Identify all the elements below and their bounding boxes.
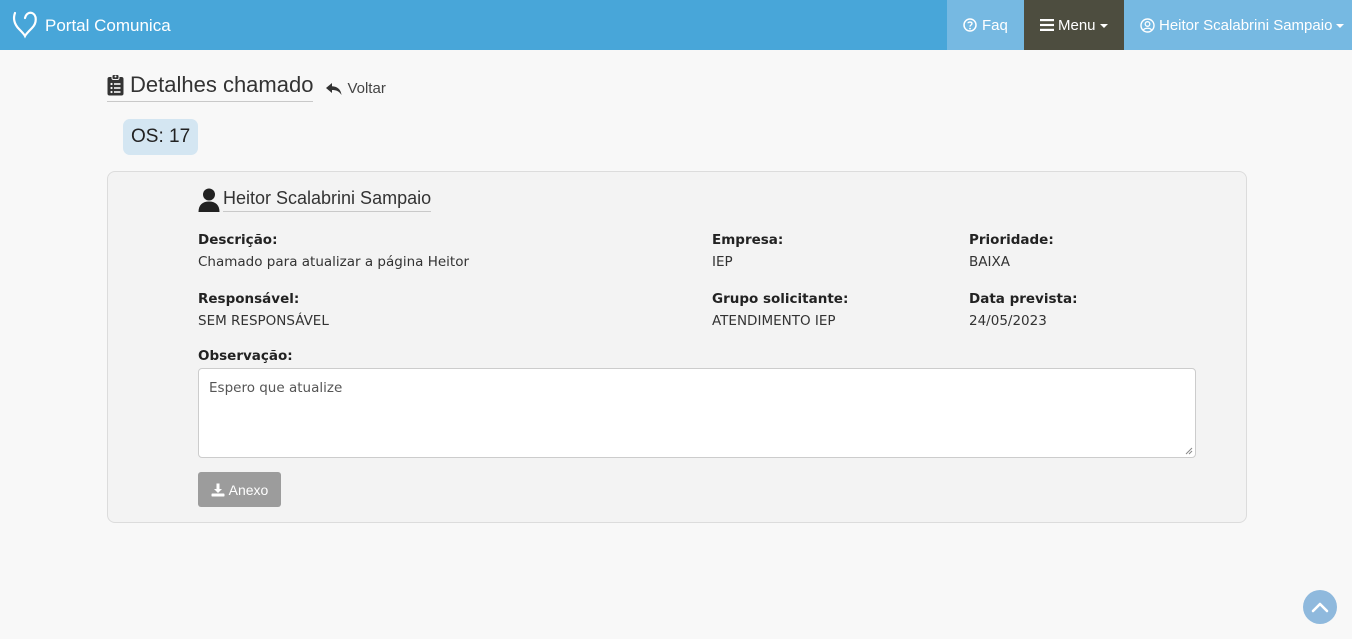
back-link[interactable]: Voltar (325, 80, 386, 97)
reply-icon (326, 82, 342, 95)
page-title: Detalhes chamado (130, 72, 314, 97)
ticket-details-card: Heitor Scalabrini Sampaio Descrição: Cha… (107, 171, 1247, 523)
descricao-value: Chamado para atualizar a página Heitor (198, 254, 470, 270)
descricao-field: Descrição: Chamado para atualizar a pági… (198, 232, 469, 270)
prioridade-value: BAIXA (969, 254, 1010, 270)
data-prevista-value: 24/05/2023 (969, 313, 1047, 329)
prioridade-label: Prioridade: (969, 232, 1054, 248)
data-prevista-field: Data prevista: 24/05/2023 (969, 291, 1077, 329)
user-dropdown[interactable]: Heitor Scalabrini Sampaio (1124, 0, 1352, 50)
responsavel-label: Responsável: (198, 291, 300, 307)
grupo-field: Grupo solicitante: ATENDIMENTO IEP (712, 291, 848, 329)
chevron-up-icon (1311, 602, 1329, 613)
requester-line: Heitor Scalabrini Sampaio (198, 188, 432, 212)
brand-name: Portal Comunica (45, 15, 171, 35)
faq-label: Faq (982, 16, 1008, 34)
user-menu-label: Heitor Scalabrini Sampaio (1159, 16, 1333, 34)
requester-name: Heitor Scalabrini Sampaio (223, 188, 432, 212)
bars-icon (1040, 19, 1054, 31)
heart-logo-icon (12, 11, 37, 39)
download-icon (211, 483, 225, 496)
anexo-label: Anexo (228, 481, 269, 498)
page-title-wrap: Detalhes chamado (107, 72, 314, 102)
scroll-to-top-button[interactable] (1303, 590, 1337, 624)
page-header: Detalhes chamado Voltar (107, 72, 386, 102)
resize-grip-icon[interactable] (1185, 447, 1193, 455)
prioridade-field: Prioridade: BAIXA (969, 232, 1054, 270)
grupo-label: Grupo solicitante: (712, 291, 849, 307)
grupo-value: ATENDIMENTO IEP (712, 313, 836, 329)
data-prevista-label: Data prevista: (969, 291, 1078, 307)
menu-dropdown[interactable]: Menu (1024, 0, 1124, 50)
user-circle-icon (1140, 17, 1155, 33)
caret-down-icon (1336, 24, 1345, 28)
observacao-label: Observação: (198, 348, 293, 364)
os-number-badge: OS: 17 (123, 119, 199, 155)
observacao-textarea[interactable]: Espero que atualize (198, 368, 1196, 458)
question-circle-icon (963, 18, 977, 32)
anexo-button[interactable]: Anexo (198, 472, 281, 507)
observacao-value: Espero que atualize (209, 380, 343, 396)
responsavel-value: SEM RESPONSÁVEL (198, 313, 329, 329)
empresa-field: Empresa: IEP (712, 232, 783, 270)
empresa-value: IEP (712, 254, 733, 270)
brand-link[interactable]: Portal Comunica (12, 6, 171, 42)
back-label: Voltar (347, 80, 386, 97)
descricao-label: Descrição: (198, 232, 278, 248)
menu-label: Menu (1058, 16, 1096, 34)
caret-down-icon (1099, 24, 1108, 28)
clipboard-list-icon (107, 74, 124, 96)
responsavel-field: Responsável: SEM RESPONSÁVEL (198, 291, 329, 329)
user-icon (198, 188, 220, 212)
top-navbar: Portal Comunica Faq Menu Heitor Scalabri… (0, 0, 1352, 50)
faq-link[interactable]: Faq (947, 0, 1024, 50)
empresa-label: Empresa: (712, 232, 784, 248)
